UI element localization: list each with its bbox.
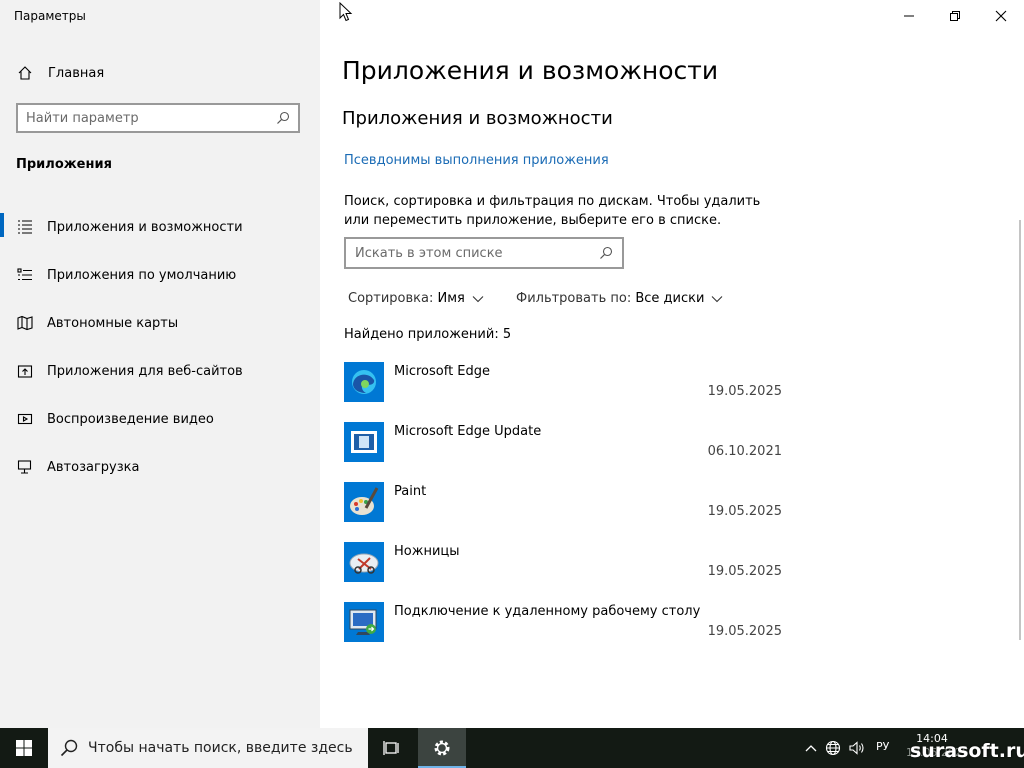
- apps-features-icon: [16, 219, 34, 235]
- startup-icon: [16, 459, 34, 475]
- chevron-up-icon: [805, 745, 817, 752]
- app-date: 06.10.2021: [707, 444, 782, 459]
- video-playback-icon: [16, 411, 34, 427]
- app-date: 19.05.2025: [707, 384, 782, 399]
- list-item-microsoft-edge-update[interactable]: Microsoft Edge Update 06.10.2021: [344, 418, 784, 478]
- show-hidden-icons-button[interactable]: [800, 728, 822, 768]
- search-icon[interactable]: [599, 246, 613, 260]
- app-name: Paint: [394, 484, 427, 499]
- paint-icon: [344, 482, 384, 522]
- sidebar-item-label: Приложения и возможности: [47, 219, 243, 235]
- snipping-tool-icon: [344, 542, 384, 582]
- sidebar-item-startup[interactable]: Автозагрузка: [0, 443, 320, 491]
- sidebar-item-apps-for-websites[interactable]: Приложения для веб-сайтов: [0, 347, 320, 395]
- minimize-button[interactable]: [886, 0, 932, 32]
- app-date: 19.05.2025: [707, 624, 782, 639]
- sidebar-section-title: Приложения: [16, 157, 112, 172]
- app-list-search-input[interactable]: [355, 245, 599, 261]
- window-title: Параметры: [14, 9, 86, 23]
- sidebar-item-label: Автономные карты: [47, 315, 179, 331]
- sidebar-item-default-apps[interactable]: Приложения по умолчанию: [0, 251, 320, 299]
- apps-found-count: Найдено приложений: 5: [344, 327, 512, 342]
- filter-label: Фильтровать по:: [516, 291, 632, 306]
- home-icon: [16, 65, 34, 81]
- sidebar-item-offline-maps[interactable]: Автономные карты: [0, 299, 320, 347]
- app-name: Microsoft Edge Update: [394, 424, 542, 439]
- input-language-indicator[interactable]: РУ: [876, 740, 889, 753]
- chevron-down-icon: [472, 295, 484, 303]
- filter-value: Все диски: [635, 291, 705, 306]
- restore-button[interactable]: [932, 0, 978, 32]
- apps-for-websites-icon: [16, 363, 34, 379]
- sidebar-nav: Приложения и возможности Приложения по у…: [0, 203, 320, 491]
- settings-window: Параметры Главная Приложения Приложения …: [0, 0, 1024, 728]
- default-apps-icon: [16, 267, 34, 283]
- app-name: Подключение к удаленному рабочему столу: [394, 604, 701, 619]
- start-button[interactable]: [0, 728, 48, 768]
- list-item-microsoft-edge[interactable]: Microsoft Edge 19.05.2025: [344, 358, 784, 418]
- scrollbar[interactable]: [1019, 220, 1021, 640]
- home-link[interactable]: Главная: [16, 62, 104, 84]
- settings-search-input[interactable]: [26, 110, 276, 126]
- filter-dropdown[interactable]: Фильтровать по: Все диски: [516, 291, 723, 306]
- windows-logo-icon: [16, 740, 32, 756]
- app-execution-aliases-link[interactable]: Псевдонимы выполнения приложения: [344, 153, 609, 168]
- section-title: Приложения и возможности: [342, 108, 613, 129]
- close-button[interactable]: [978, 0, 1024, 32]
- app-date: 19.05.2025: [707, 504, 782, 519]
- search-icon[interactable]: [276, 111, 290, 125]
- edge-icon: [344, 362, 384, 402]
- globe-icon: [825, 740, 841, 756]
- app-date: 19.05.2025: [707, 564, 782, 579]
- app-list-search-box[interactable]: [344, 237, 624, 269]
- gear-icon: [434, 740, 450, 756]
- app-name: Microsoft Edge: [394, 364, 491, 379]
- sidebar-item-label: Приложения по умолчанию: [47, 267, 237, 283]
- description-text: Поиск, сортировка и фильтрация по дискам…: [344, 194, 761, 228]
- sidebar-item-label: Автозагрузка: [47, 459, 140, 475]
- settings-search-box[interactable]: [16, 103, 300, 133]
- app-list: Microsoft Edge 19.05.2025 Microsoft Edge…: [344, 358, 784, 658]
- edge-update-icon: [344, 422, 384, 462]
- chevron-down-icon: [711, 295, 723, 303]
- list-item-paint[interactable]: Paint 19.05.2025: [344, 478, 784, 538]
- app-name: Ножницы: [394, 544, 460, 559]
- list-item-snipping-tool[interactable]: Ножницы 19.05.2025: [344, 538, 784, 598]
- network-button[interactable]: [822, 728, 844, 768]
- home-label: Главная: [48, 65, 105, 81]
- taskbar: Чтобы начать поиск, введите здесь РУ 14:…: [0, 728, 1024, 768]
- remote-desktop-icon: [344, 602, 384, 642]
- sidebar-item-label: Приложения для веб-сайтов: [47, 363, 243, 379]
- watermark-text: surasoft.ru: [910, 740, 1024, 762]
- sort-value: Имя: [437, 291, 465, 306]
- restore-icon: [950, 11, 960, 21]
- mouse-cursor-icon: [339, 1, 353, 26]
- sidebar-item-apps-features[interactable]: Приложения и возможности: [0, 203, 320, 251]
- minimize-icon: [904, 15, 914, 17]
- speaker-icon: [849, 741, 864, 755]
- volume-button[interactable]: [846, 728, 868, 768]
- task-view-icon: [383, 741, 399, 755]
- sort-label: Сортировка:: [348, 291, 434, 306]
- sort-dropdown[interactable]: Сортировка: Имя: [348, 291, 484, 306]
- taskbar-search-box[interactable]: Чтобы начать поиск, введите здесь: [48, 728, 368, 768]
- taskbar-settings-app[interactable]: [418, 728, 466, 768]
- task-view-button[interactable]: [372, 728, 412, 768]
- sidebar: Параметры Главная Приложения Приложения …: [0, 0, 320, 728]
- page-title: Приложения и возможности: [342, 56, 719, 85]
- offline-maps-icon: [16, 315, 34, 331]
- sidebar-item-label: Воспроизведение видео: [47, 411, 214, 427]
- list-item-remote-desktop[interactable]: Подключение к удаленному рабочему столу …: [344, 598, 784, 658]
- close-icon: [995, 10, 1007, 22]
- sidebar-item-video-playback[interactable]: Воспроизведение видео: [0, 395, 320, 443]
- taskbar-search-placeholder: Чтобы начать поиск, введите здесь: [88, 740, 353, 756]
- search-icon: [60, 739, 78, 757]
